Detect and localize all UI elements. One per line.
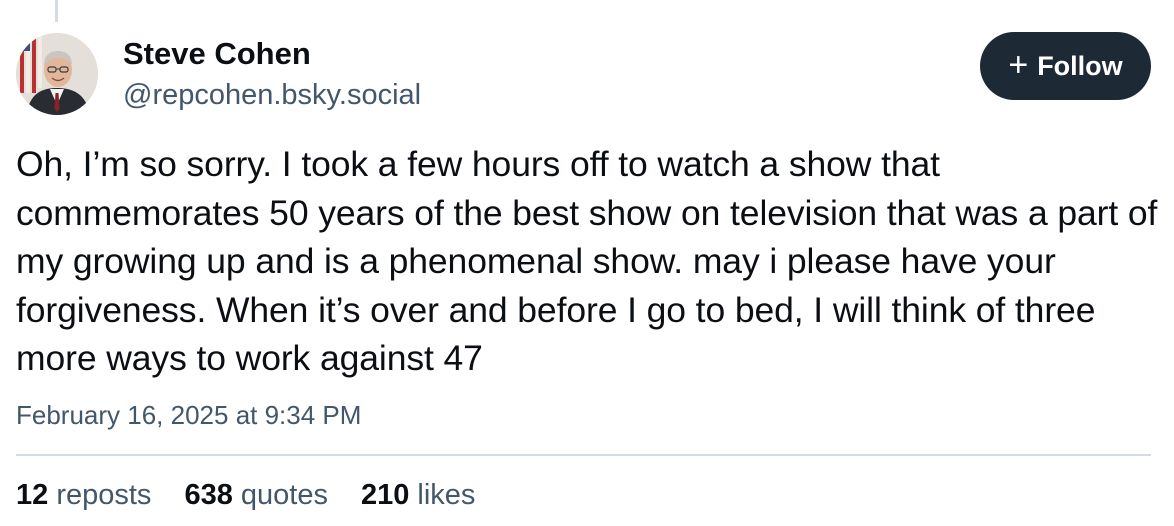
author-handle[interactable]: @repcohen.bsky.social [123,77,421,113]
quotes-count: 638 [184,479,233,511]
plus-icon: + [1008,45,1029,84]
post-timestamp[interactable]: February 16, 2025 at 9:34 PM [16,398,361,432]
quotes-stat[interactable]: 638 quotes [184,476,328,514]
thread-connector-line [55,0,58,22]
reposts-stat[interactable]: 12 reposts [16,476,151,514]
follow-button-label: Follow [1037,50,1123,81]
follow-button[interactable]: + Follow [980,32,1151,100]
divider [16,454,1151,456]
likes-label: likes [417,479,476,511]
avatar-image [16,33,98,115]
avatar[interactable] [16,33,98,115]
post-text: Oh, I’m so sorry. I took a few hours off… [16,144,1158,378]
likes-count: 210 [360,479,410,511]
likes-stat[interactable]: 210 likes [361,476,475,514]
author-display-name[interactable]: Steve Cohen [123,36,421,72]
post-stats: 12 reposts 638 quotes 210 likes [16,476,475,514]
reposts-label: reposts [56,479,152,511]
reposts-count: 12 [16,479,49,511]
post-author: Steve Cohen @repcohen.bsky.social [123,36,421,113]
quotes-label: quotes [240,479,328,511]
